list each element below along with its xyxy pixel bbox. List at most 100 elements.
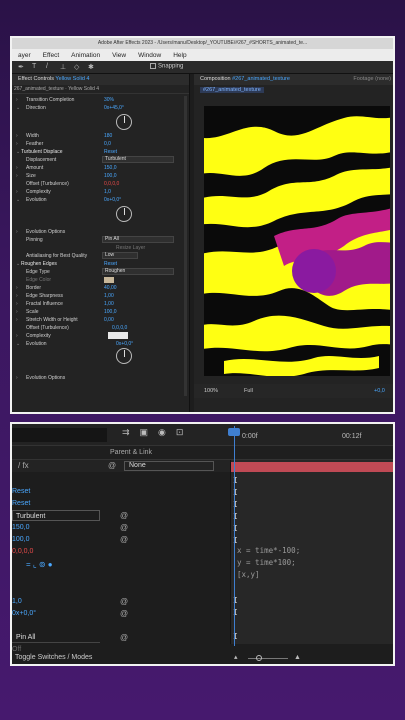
resolution-dropdown[interactable]: Full xyxy=(244,384,253,398)
time-ruler[interactable]: 0:00f 00:12f xyxy=(230,424,393,446)
timeline-search-input[interactable] xyxy=(12,428,107,442)
prop-feather[interactable]: › Feather 0,0 xyxy=(12,140,182,148)
timeline-switch-icons[interactable]: ⇉▣◉⊡ xyxy=(122,427,193,438)
prop-displacement[interactable]: Displacement Turbulent xyxy=(12,156,182,164)
prop-stretch[interactable]: › Stretch Width or Height 0,00 xyxy=(12,316,182,324)
menu-window[interactable]: Window xyxy=(132,52,167,59)
roughen-edges-reset[interactable]: Reset xyxy=(104,260,117,268)
prop-complexity[interactable]: › Complexity 1,0 xyxy=(12,188,182,196)
puppet-tool-icon[interactable]: ✱ xyxy=(88,63,94,71)
timeline-track-area[interactable]: I I I I I I I I I x = time*-100; y = tim… xyxy=(230,460,393,644)
tl-value-offset[interactable]: 0,0,0,0 xyxy=(12,546,33,557)
effect-controls-panel: Effect Controls Yellow Solid 4 267_anima… xyxy=(12,74,190,412)
value-edit-box[interactable] xyxy=(108,332,128,339)
expression-line-2[interactable]: y = time*100; xyxy=(237,558,296,567)
evolution-dial-2[interactable] xyxy=(116,348,132,364)
prop-fractal-influence[interactable]: › Fractal Influence 1,00 xyxy=(12,300,182,308)
footage-tab[interactable]: Footage (none) xyxy=(353,74,391,85)
prop-pinning[interactable]: Pinning Pin All xyxy=(12,236,182,244)
effect-controls-scrollbar[interactable] xyxy=(184,96,187,396)
prop-scale[interactable]: › Scale 100,0 xyxy=(12,308,182,316)
prop-transition-completion[interactable]: › Transition Completion 30% xyxy=(12,96,182,104)
pickwhip-icon[interactable]: @ xyxy=(108,461,116,470)
effect-controls-tab[interactable]: Effect Controls Yellow Solid 4 xyxy=(12,74,189,85)
edge-type-dropdown[interactable]: Roughen xyxy=(102,268,174,275)
expression-spiral-icon[interactable]: @ xyxy=(120,522,128,533)
prop-evolution-options[interactable]: › Evolution Options xyxy=(12,228,182,236)
zoom-slider[interactable] xyxy=(248,658,288,659)
menu-help[interactable]: Help xyxy=(167,52,192,59)
composition-panel: Composition #267_animated_texture Footag… xyxy=(194,74,393,412)
tl-value-reset-2[interactable]: Reset xyxy=(12,498,30,509)
text-tool-icon[interactable]: T xyxy=(32,63,36,70)
prop-amount[interactable]: › Amount 150,0 xyxy=(12,164,182,172)
prop-width[interactable]: › Width 180 xyxy=(12,132,182,140)
tl-value-size[interactable]: 100,0 xyxy=(12,534,30,545)
expression-spiral-icon[interactable]: @ xyxy=(120,632,128,643)
prop-evolution-2[interactable]: ⌄ Evolution 0x+0,0° xyxy=(12,340,182,348)
tl-value-evolution[interactable]: 0x+0,0° xyxy=(12,608,36,619)
pinning-dropdown[interactable]: Pin All xyxy=(102,236,174,243)
prop-edge-sharpness[interactable]: › Edge Sharpness 1,00 xyxy=(12,292,182,300)
snapping-toggle[interactable]: Snapping xyxy=(150,63,183,70)
zoom-out-icon[interactable]: ▴ xyxy=(234,652,238,664)
tl-displacement-dropdown[interactable]: Turbulent xyxy=(12,510,100,521)
expression-spiral-icon[interactable]: @ xyxy=(120,534,128,545)
turbulent-displace-reset[interactable]: Reset xyxy=(104,148,117,156)
zoom-in-icon[interactable]: ▲ xyxy=(294,652,301,664)
tl-value-complexity[interactable]: 1,0 xyxy=(12,596,22,607)
zoom-slider-handle[interactable] xyxy=(256,655,262,661)
antialiasing-dropdown[interactable]: Low xyxy=(102,252,138,259)
snapping-checkbox[interactable] xyxy=(150,63,156,69)
menu-layer[interactable]: ayer xyxy=(12,52,37,59)
expression-spiral-icon[interactable]: @ xyxy=(120,608,128,619)
prop-size[interactable]: › Size 100,0 xyxy=(12,172,182,180)
stamp-tool-icon[interactable]: ⊥ xyxy=(60,63,66,71)
prop-complexity-2[interactable]: › Complexity xyxy=(12,332,182,340)
prop-offset-turbulence[interactable]: Offset (Turbulence) 0,0,0,0 xyxy=(12,180,182,188)
pen-tool-icon[interactable]: ✒ xyxy=(18,63,24,71)
displacement-dropdown[interactable]: Turbulent xyxy=(102,156,174,163)
direction-dial[interactable] xyxy=(116,114,132,130)
composition-viewer[interactable] xyxy=(204,106,390,376)
prop-evolution-options-2[interactable]: › Evolution Options xyxy=(12,374,182,382)
toggle-switches-modes[interactable]: Toggle Switches / Modes xyxy=(15,654,92,661)
composition-footer: 100% Full +0,0 xyxy=(194,384,393,398)
expression-line-3[interactable]: [x,y] xyxy=(237,570,260,579)
effect-roughen-edges[interactable]: ⌄ Roughen Edges Reset xyxy=(12,260,182,268)
evolution-dial[interactable] xyxy=(116,206,132,222)
tl-value-reset-1[interactable]: Reset xyxy=(12,486,30,497)
tl-pinning-dropdown[interactable]: Pin All xyxy=(12,632,100,643)
prop-antialiasing[interactable]: Antialiasing for Best Quality Low xyxy=(12,252,182,260)
tools-bar: ✒ T / ⊥ ◇ ✱ Snapping xyxy=(12,61,393,74)
layer-row[interactable]: / fx @ None xyxy=(12,460,230,472)
prop-edge-color[interactable]: Edge Color xyxy=(12,276,182,284)
prop-border[interactable]: › Border 40,00 xyxy=(12,284,182,292)
fx-switch-icon[interactable]: / fx xyxy=(18,461,29,470)
prop-evolution[interactable]: ⌄ Evolution 0x+0,0° xyxy=(12,196,182,204)
expression-line-1[interactable]: x = time*-100; xyxy=(237,546,300,555)
edge-color-swatch[interactable] xyxy=(104,277,114,283)
composition-breadcrumb[interactable]: #267_animated_texture xyxy=(194,85,393,95)
prop-resize-layer[interactable]: Resize Layer xyxy=(12,244,182,252)
expression-controls-icons[interactable]: = ⌞ ⊚ ● xyxy=(26,560,53,569)
menu-effect[interactable]: Effect xyxy=(37,52,66,59)
composition-tab[interactable]: Composition #267_animated_texture Footag… xyxy=(194,74,393,85)
eraser-tool-icon[interactable]: ◇ xyxy=(74,63,79,71)
menu-view[interactable]: View xyxy=(106,52,132,59)
playhead-line[interactable] xyxy=(234,426,235,646)
prop-direction[interactable]: ⌄ Direction 0x+45,0° xyxy=(12,104,182,112)
tl-value-amount[interactable]: 150,0 xyxy=(12,522,30,533)
menu-bar: ayer Effect Animation View Window Help xyxy=(12,49,393,61)
expression-spiral-icon[interactable]: @ xyxy=(120,596,128,607)
expression-spiral-icon[interactable]: @ xyxy=(120,510,128,521)
exposure-value[interactable]: +0,0 xyxy=(374,384,385,398)
menu-animation[interactable]: Animation xyxy=(65,52,106,59)
parent-dropdown[interactable]: None xyxy=(124,461,214,471)
zoom-dropdown[interactable]: 100% xyxy=(204,384,218,398)
layer-duration-bar[interactable] xyxy=(231,462,393,472)
prop-edge-type[interactable]: Edge Type Roughen xyxy=(12,268,182,276)
brush-tool-icon[interactable]: / xyxy=(46,63,48,70)
effect-turbulent-displace[interactable]: ⌄ Turbulent Displace Reset xyxy=(12,148,182,156)
prop-offset-turbulence-2[interactable]: Offset (Turbulence) 0,0,0,0 xyxy=(12,324,182,332)
